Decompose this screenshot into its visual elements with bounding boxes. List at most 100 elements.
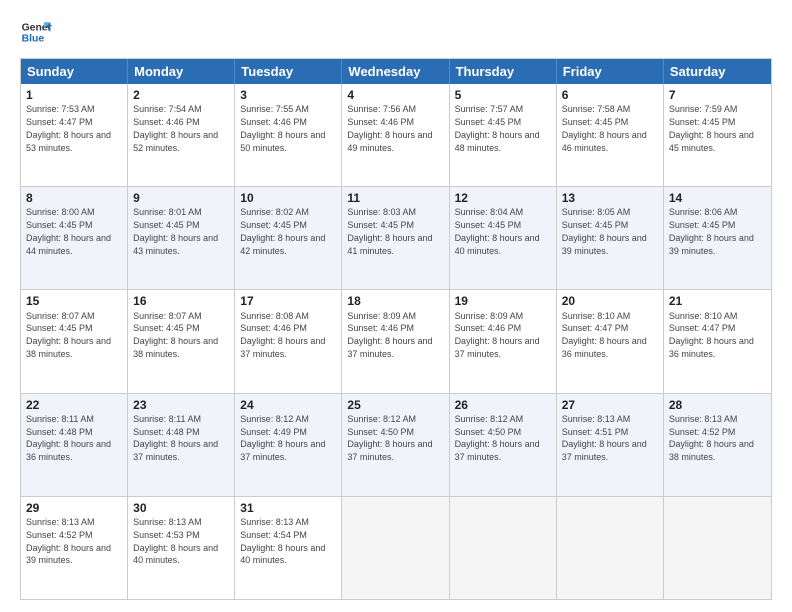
calendar-day-cell: 4Sunrise: 7:56 AM Sunset: 4:46 PM Daylig… [342, 84, 449, 186]
calendar-day-cell: 23Sunrise: 8:11 AM Sunset: 4:48 PM Dayli… [128, 394, 235, 496]
calendar-day-cell: 24Sunrise: 8:12 AM Sunset: 4:49 PM Dayli… [235, 394, 342, 496]
day-number: 4 [347, 87, 443, 103]
day-info: Sunrise: 8:06 AM Sunset: 4:45 PM Dayligh… [669, 207, 754, 255]
day-number: 23 [133, 397, 229, 413]
day-info: Sunrise: 8:12 AM Sunset: 4:49 PM Dayligh… [240, 414, 325, 462]
calendar-empty-cell [664, 497, 771, 599]
day-number: 19 [455, 293, 551, 309]
calendar-day-cell: 5Sunrise: 7:57 AM Sunset: 4:45 PM Daylig… [450, 84, 557, 186]
day-number: 12 [455, 190, 551, 206]
day-number: 11 [347, 190, 443, 206]
day-info: Sunrise: 8:05 AM Sunset: 4:45 PM Dayligh… [562, 207, 647, 255]
day-number: 1 [26, 87, 122, 103]
calendar-day-cell: 11Sunrise: 8:03 AM Sunset: 4:45 PM Dayli… [342, 187, 449, 289]
day-info: Sunrise: 8:13 AM Sunset: 4:51 PM Dayligh… [562, 414, 647, 462]
day-number: 20 [562, 293, 658, 309]
day-number: 2 [133, 87, 229, 103]
day-number: 27 [562, 397, 658, 413]
calendar-week-row: 8Sunrise: 8:00 AM Sunset: 4:45 PM Daylig… [21, 187, 771, 290]
calendar-week-row: 15 Sunrise: 8:07 AM Sunset: 4:45 PM Dayli… [21, 290, 771, 393]
calendar-empty-cell [557, 497, 664, 599]
day-number: 6 [562, 87, 658, 103]
day-info: Sunrise: 8:00 AM Sunset: 4:45 PM Dayligh… [26, 207, 111, 255]
day-number: 8 [26, 190, 122, 206]
day-number: 7 [669, 87, 766, 103]
day-number: 15 [26, 293, 122, 309]
day-info: Sunrise: 7:53 AM Sunset: 4:47 PM Dayligh… [26, 104, 111, 152]
day-number: 22 [26, 397, 122, 413]
day-info: Sunrise: 7:59 AM Sunset: 4:45 PM Dayligh… [669, 104, 754, 152]
calendar-day-cell: 8Sunrise: 8:00 AM Sunset: 4:45 PM Daylig… [21, 187, 128, 289]
calendar-day-cell: 28Sunrise: 8:13 AM Sunset: 4:52 PM Dayli… [664, 394, 771, 496]
logo: General Blue [20, 16, 52, 48]
day-number: 13 [562, 190, 658, 206]
calendar-day-cell: 15 Sunrise: 8:07 AM Sunset: 4:45 PM Dayli… [21, 290, 128, 392]
svg-text:Blue: Blue [22, 34, 45, 45]
day-info: Sunrise: 7:57 AM Sunset: 4:45 PM Dayligh… [455, 104, 540, 152]
day-number: 18 [347, 293, 443, 309]
day-info: Sunrise: 8:12 AM Sunset: 4:50 PM Dayligh… [347, 414, 432, 462]
calendar-day-cell: 26Sunrise: 8:12 AM Sunset: 4:50 PM Dayli… [450, 394, 557, 496]
day-info: Sunrise: 8:09 AM Sunset: 4:46 PM Dayligh… [347, 311, 432, 359]
calendar-body: 1Sunrise: 7:53 AM Sunset: 4:47 PM Daylig… [21, 84, 771, 599]
day-info: Sunrise: 8:12 AM Sunset: 4:50 PM Dayligh… [455, 414, 540, 462]
logo-icon: General Blue [20, 16, 52, 48]
day-info: Sunrise: 8:09 AM Sunset: 4:46 PM Dayligh… [455, 311, 540, 359]
calendar-week-row: 22 Sunrise: 8:11 AM Sunset: 4:48 PM Dayli… [21, 394, 771, 497]
calendar-header-cell: Thursday [450, 59, 557, 84]
header: General Blue [20, 16, 772, 48]
day-number: 10 [240, 190, 336, 206]
calendar-header-cell: Wednesday [342, 59, 449, 84]
day-info: Sunrise: 8:10 AM Sunset: 4:47 PM Dayligh… [669, 311, 754, 359]
calendar-week-row: 1Sunrise: 7:53 AM Sunset: 4:47 PM Daylig… [21, 84, 771, 187]
day-number: 26 [455, 397, 551, 413]
day-info: Sunrise: 8:07 AM Sunset: 4:45 PM Dayligh… [26, 311, 111, 359]
calendar-empty-cell [342, 497, 449, 599]
day-number: 25 [347, 397, 443, 413]
day-info: Sunrise: 7:58 AM Sunset: 4:45 PM Dayligh… [562, 104, 647, 152]
calendar-day-cell: 25Sunrise: 8:12 AM Sunset: 4:50 PM Dayli… [342, 394, 449, 496]
calendar-day-cell: 17 Sunrise: 8:08 AM Sunset: 4:46 PM Dayli… [235, 290, 342, 392]
calendar-day-cell: 19 Sunrise: 8:09 AM Sunset: 4:46 PM Dayli… [450, 290, 557, 392]
day-number: 16 [133, 293, 229, 309]
day-number: 21 [669, 293, 766, 309]
calendar-day-cell: 29Sunrise: 8:13 AM Sunset: 4:52 PM Dayli… [21, 497, 128, 599]
day-info: Sunrise: 8:04 AM Sunset: 4:45 PM Dayligh… [455, 207, 540, 255]
day-number: 24 [240, 397, 336, 413]
day-info: Sunrise: 8:11 AM Sunset: 4:48 PM Dayligh… [133, 414, 218, 462]
calendar-day-cell: 16 Sunrise: 8:07 AM Sunset: 4:45 PM Dayli… [128, 290, 235, 392]
calendar-day-cell: 6Sunrise: 7:58 AM Sunset: 4:45 PM Daylig… [557, 84, 664, 186]
day-number: 29 [26, 500, 122, 516]
day-number: 30 [133, 500, 229, 516]
calendar-header-cell: Tuesday [235, 59, 342, 84]
page: General Blue SundayMondayTuesdayWednesda… [0, 0, 792, 612]
day-info: Sunrise: 8:13 AM Sunset: 4:53 PM Dayligh… [133, 517, 218, 565]
day-info: Sunrise: 8:08 AM Sunset: 4:46 PM Dayligh… [240, 311, 325, 359]
calendar-day-cell: 3Sunrise: 7:55 AM Sunset: 4:46 PM Daylig… [235, 84, 342, 186]
calendar-day-cell: 7Sunrise: 7:59 AM Sunset: 4:45 PM Daylig… [664, 84, 771, 186]
day-number: 17 [240, 293, 336, 309]
calendar-day-cell: 30Sunrise: 8:13 AM Sunset: 4:53 PM Dayli… [128, 497, 235, 599]
calendar-header-cell: Friday [557, 59, 664, 84]
day-info: Sunrise: 8:07 AM Sunset: 4:45 PM Dayligh… [133, 311, 218, 359]
calendar-day-cell: 14Sunrise: 8:06 AM Sunset: 4:45 PM Dayli… [664, 187, 771, 289]
day-number: 14 [669, 190, 766, 206]
calendar-empty-cell [450, 497, 557, 599]
day-info: Sunrise: 8:02 AM Sunset: 4:45 PM Dayligh… [240, 207, 325, 255]
calendar-day-cell: 27Sunrise: 8:13 AM Sunset: 4:51 PM Dayli… [557, 394, 664, 496]
day-info: Sunrise: 8:13 AM Sunset: 4:52 PM Dayligh… [26, 517, 111, 565]
calendar-day-cell: 20 Sunrise: 8:10 AM Sunset: 4:47 PM Dayli… [557, 290, 664, 392]
day-info: Sunrise: 8:10 AM Sunset: 4:47 PM Dayligh… [562, 311, 647, 359]
calendar-day-cell: 1Sunrise: 7:53 AM Sunset: 4:47 PM Daylig… [21, 84, 128, 186]
day-info: Sunrise: 7:54 AM Sunset: 4:46 PM Dayligh… [133, 104, 218, 152]
day-number: 31 [240, 500, 336, 516]
calendar: SundayMondayTuesdayWednesdayThursdayFrid… [20, 58, 772, 600]
day-number: 28 [669, 397, 766, 413]
day-number: 5 [455, 87, 551, 103]
calendar-day-cell: 9Sunrise: 8:01 AM Sunset: 4:45 PM Daylig… [128, 187, 235, 289]
calendar-header-cell: Saturday [664, 59, 771, 84]
day-info: Sunrise: 7:55 AM Sunset: 4:46 PM Dayligh… [240, 104, 325, 152]
calendar-day-cell: 21 Sunrise: 8:10 AM Sunset: 4:47 PM Dayli… [664, 290, 771, 392]
calendar-day-cell: 12Sunrise: 8:04 AM Sunset: 4:45 PM Dayli… [450, 187, 557, 289]
day-number: 3 [240, 87, 336, 103]
